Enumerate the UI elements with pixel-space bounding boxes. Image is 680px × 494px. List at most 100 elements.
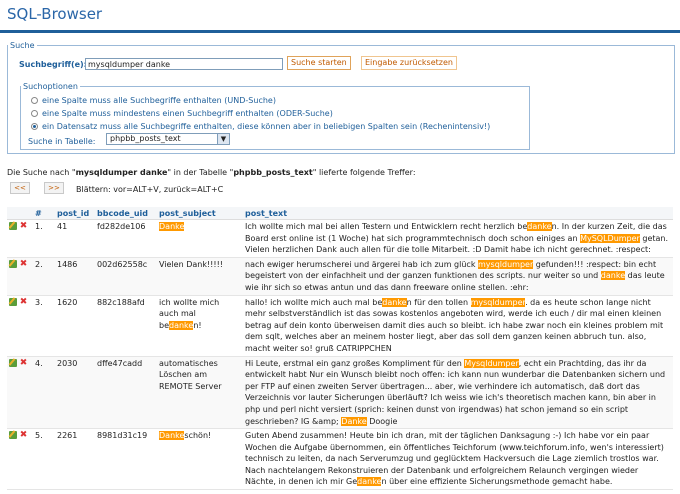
text-segment: schön! xyxy=(184,431,212,441)
table-select-label: Suche in Tabelle: xyxy=(28,137,96,146)
row-post-subject: automatisches Löschen am REMOTE Server xyxy=(157,356,243,429)
edit-icon[interactable] xyxy=(9,358,17,367)
row-post-subject: Danke xyxy=(157,220,243,258)
row-post-subject: Vielen Dank!!!!! xyxy=(157,257,243,296)
table-row: ✖ 1. 41 fd282de106 Danke Ich wollte mich mal … xyxy=(7,220,673,258)
row-num: 2. xyxy=(33,257,55,296)
app-header: SQL-Browser xyxy=(0,0,680,33)
edit-icon[interactable] xyxy=(9,297,17,306)
row-post-subject: ich wollte mich auch mal bedanken! xyxy=(157,295,243,356)
text-segment: n über eine effiziente Sicherungsmethode… xyxy=(381,477,613,487)
search-options-legend: Suchoptionen xyxy=(23,82,78,91)
text-segment: nach ewiger herumscherei und ärgerei hab… xyxy=(245,259,478,269)
col-header-num[interactable]: # xyxy=(33,207,55,220)
text-segment: Vielen Dank!!!!! xyxy=(159,259,223,269)
radio-record-search[interactable] xyxy=(31,123,38,130)
results-header-row: # post_id bbcode_uid post_subject post_t… xyxy=(7,207,673,220)
text-segment: , echt ein Prachtding, das ihr da entwic… xyxy=(245,358,666,426)
col-header-post-id[interactable]: post_id xyxy=(55,207,95,220)
text-segment: n! xyxy=(193,320,202,330)
result-query: mysqldumper danke xyxy=(75,168,168,177)
radio-record-search-label: ein Datensatz muss alle Suchbegriffe ent… xyxy=(42,122,491,131)
text-segment: Hi Leute, erstmal ein ganz großes Kompli… xyxy=(245,358,465,368)
row-actions: ✖ xyxy=(7,295,33,356)
delete-icon[interactable]: ✖ xyxy=(20,431,28,440)
prev-page-button[interactable]: << xyxy=(10,182,30,194)
radio-and-search-label: eine Spalte muss alle Suchbegriffe entha… xyxy=(42,96,276,105)
search-label: Suchbegriff(e): xyxy=(19,60,87,69)
search-highlight: mysqldumper xyxy=(470,297,526,307)
table-row: ✖ 5. 2261 8981d31c19 Dankeschön! Guten Abend … xyxy=(7,429,673,490)
row-bbcode-uid: fd282de106 xyxy=(97,222,146,231)
row-actions: ✖ xyxy=(7,429,33,490)
results-table: # post_id bbcode_uid post_subject post_t… xyxy=(7,207,673,490)
search-start-button[interactable]: Suche starten xyxy=(287,56,351,70)
search-legend: Suche xyxy=(10,41,35,50)
radio-and-search[interactable] xyxy=(31,97,38,104)
search-highlight: danke xyxy=(357,477,382,487)
row-post-text: Hi Leute, erstmal ein ganz großes Kompli… xyxy=(243,356,673,429)
search-highlight: danke xyxy=(600,271,626,281)
text-segment: Ich wollte mich mal bei allen Testern un… xyxy=(245,222,528,231)
edit-icon[interactable] xyxy=(9,222,17,230)
search-highlight: Danke xyxy=(341,416,367,426)
row-bbcode-uid: 8981d31c19 xyxy=(97,431,148,441)
row-post-id: 41 xyxy=(57,222,68,231)
app-title: SQL-Browser xyxy=(7,5,103,23)
search-highlight: Danke xyxy=(159,222,185,231)
row-actions: ✖ xyxy=(7,257,33,296)
row-post-subject: Dankeschön! xyxy=(157,429,243,490)
row-actions: ✖ xyxy=(7,356,33,429)
row-num: 3. xyxy=(35,297,43,307)
text-segment: n für den tollen xyxy=(406,297,471,307)
row-num: 1. xyxy=(35,222,43,231)
row-post-text: hallo! ich wollte mich auch mal bedanken… xyxy=(243,295,673,356)
search-highlight: danke xyxy=(169,320,194,330)
radio-or-search[interactable] xyxy=(31,110,38,117)
paging-hint: Blättern: vor=ALT+V, zurück=ALT+C xyxy=(76,185,224,194)
row-bbcode-uid: 002d62558c xyxy=(95,257,157,296)
result-summary: Die Suche nach "mysqldumper danke" in de… xyxy=(7,168,416,177)
delete-icon[interactable]: ✖ xyxy=(20,358,28,367)
row-bbcode-uid: dffe47cadd xyxy=(95,356,157,429)
row-post-text: Guten Abend zusammen! Heute bin ich dran… xyxy=(243,429,673,490)
table-row: ✖ 4. 2030 dffe47cadd automatisches Löschen a… xyxy=(7,356,673,429)
row-num: 4. xyxy=(33,356,55,429)
table-row: ✖ 3. 1620 882c188afd ich wollte mich auch ma… xyxy=(7,295,673,357)
row-post-text: Ich wollte mich mal bei allen Testern un… xyxy=(243,220,673,258)
search-highlight: Mysqldumper xyxy=(464,358,519,368)
edit-icon[interactable] xyxy=(9,259,17,268)
search-highlight: MySQLDumper xyxy=(580,233,640,243)
search-highlight: mysqldumper xyxy=(478,259,534,269)
text-segment: hallo! ich wollte mich auch mal be xyxy=(245,297,383,307)
delete-icon[interactable]: ✖ xyxy=(20,297,28,306)
radio-or-search-label: eine Spalte muss mindestens einen Suchbe… xyxy=(42,109,333,118)
result-table: phpbb_posts_text xyxy=(233,168,313,177)
col-header-bbcode-uid[interactable]: bbcode_uid xyxy=(95,207,157,220)
search-highlight: danke xyxy=(382,297,407,307)
search-input[interactable]: mysqldumper danke xyxy=(85,58,283,70)
col-header-post-text[interactable]: post_text xyxy=(243,207,673,220)
next-page-button[interactable]: >> xyxy=(44,182,64,194)
text-segment: automatisches Löschen am REMOTE Server xyxy=(159,358,222,391)
edit-icon[interactable] xyxy=(9,431,17,440)
search-highlight: Danke xyxy=(159,431,185,441)
text-segment: Doogie xyxy=(366,416,398,426)
table-select[interactable]: phpbb_posts_text ▼ xyxy=(106,133,230,145)
row-actions: ✖ xyxy=(7,220,33,258)
search-highlight: danke xyxy=(527,222,552,231)
row-num: 5. xyxy=(35,431,43,441)
row-post-id: 1620 xyxy=(57,297,78,307)
chevron-down-icon: ▼ xyxy=(217,134,229,144)
row-post-id: 2261 xyxy=(57,431,78,441)
row-bbcode-uid: 882c188afd xyxy=(97,297,145,307)
table-row: ✖ 2. 1486 002d62558c Vielen Dank!!!!! nach ew… xyxy=(7,257,673,296)
row-post-id: 1486 xyxy=(55,257,95,296)
col-header-post-subject[interactable]: post_subject xyxy=(157,207,243,220)
table-select-value: phpbb_posts_text xyxy=(110,134,181,143)
row-post-text: nach ewiger herumscherei und ärgerei hab… xyxy=(243,257,673,296)
reset-input-button[interactable]: Eingabe zurücksetzen xyxy=(361,56,457,70)
delete-icon[interactable]: ✖ xyxy=(20,259,28,268)
row-post-id: 2030 xyxy=(55,356,95,429)
delete-icon[interactable]: ✖ xyxy=(20,222,28,231)
